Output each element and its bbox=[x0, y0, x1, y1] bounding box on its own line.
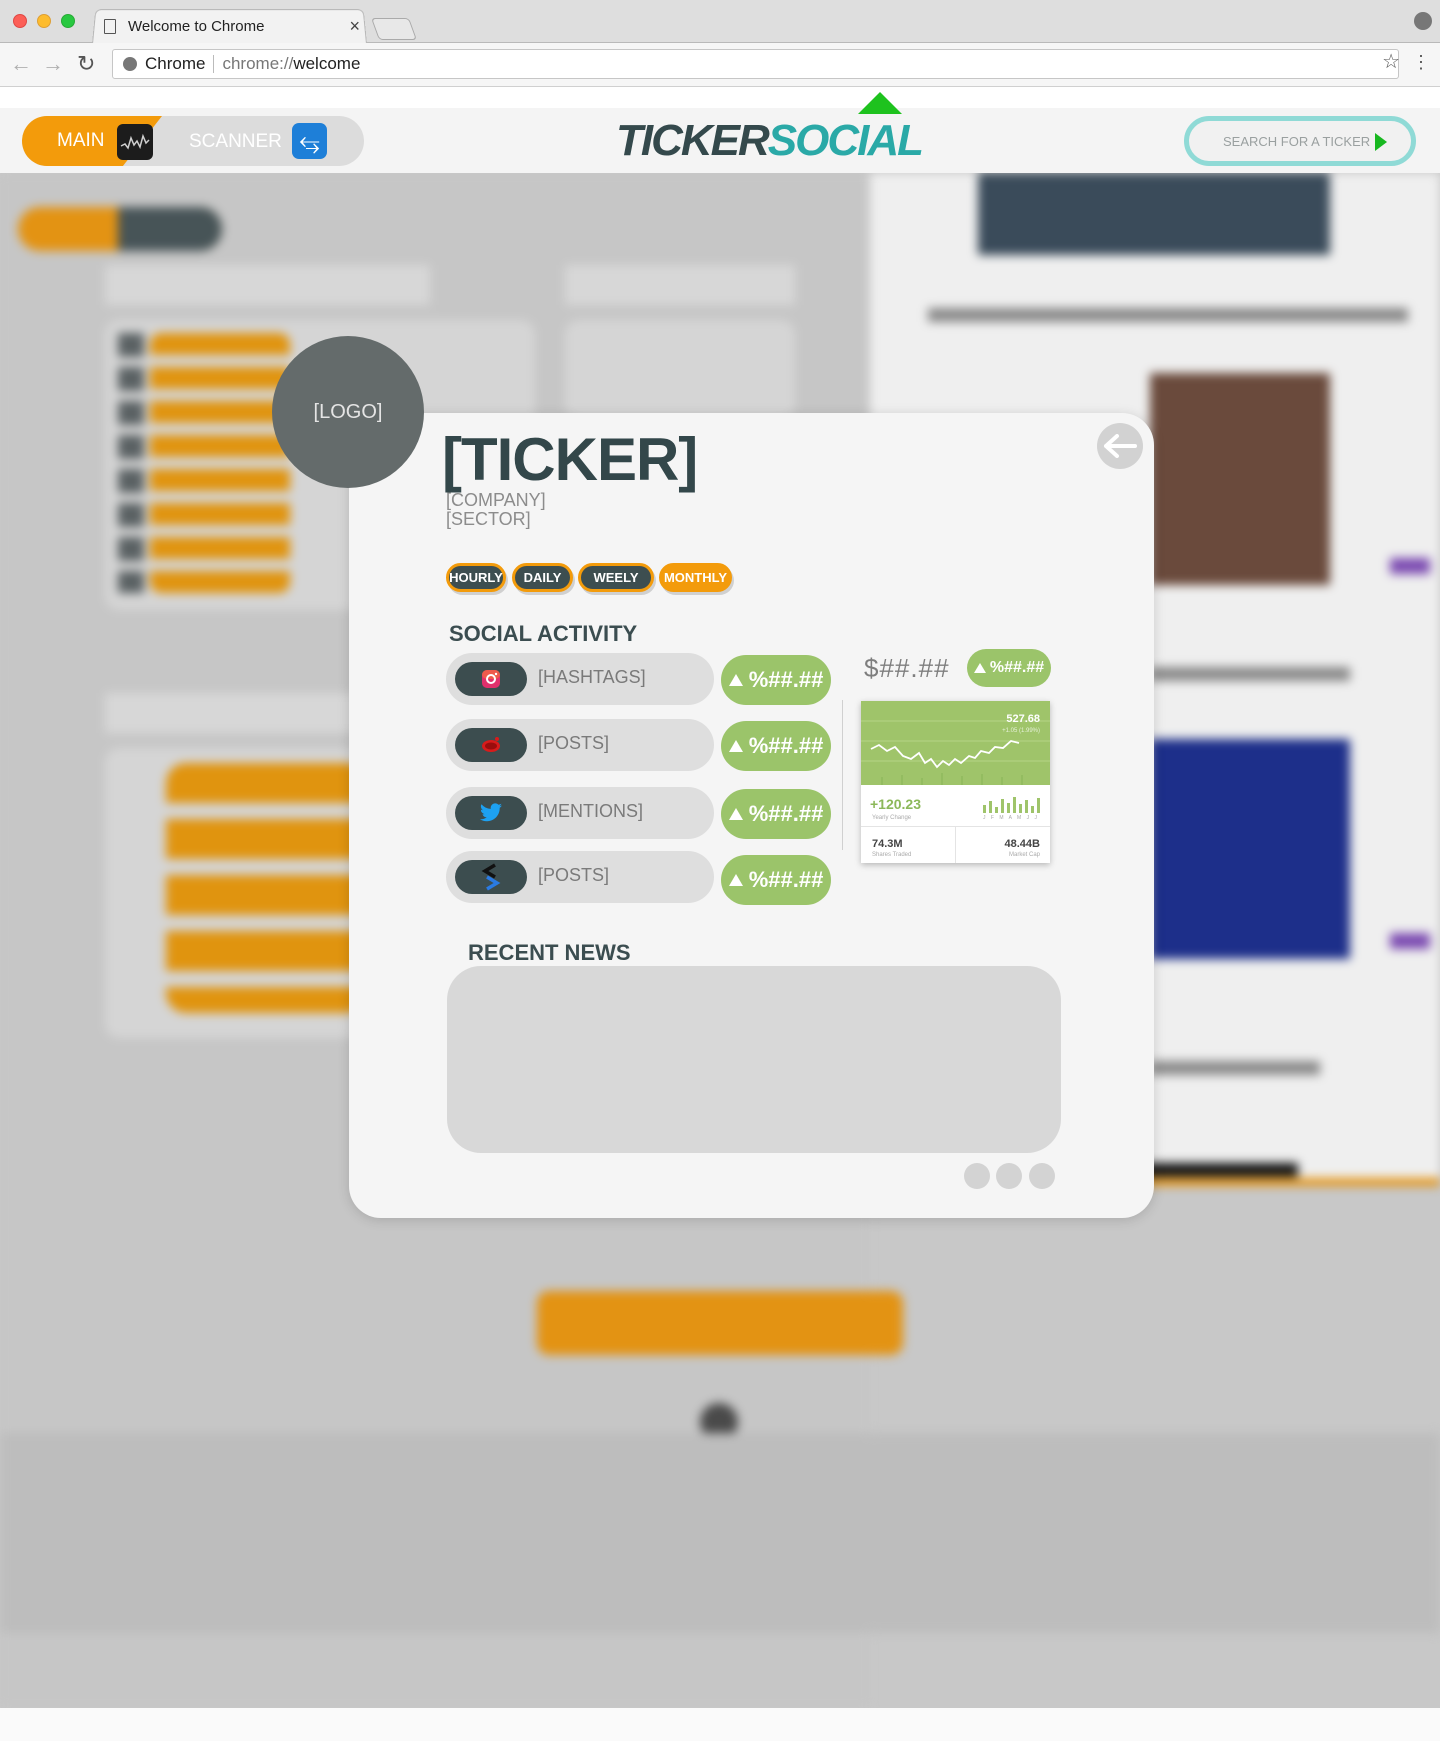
back-arrow-icon[interactable]: ← bbox=[10, 53, 32, 75]
widget-shares-traded: 74.3M bbox=[872, 838, 903, 850]
social-change-value: %##.## bbox=[748, 667, 824, 692]
social-icon-pill bbox=[455, 728, 527, 762]
social-change-value: %##.## bbox=[748, 733, 824, 758]
social-icon-pill bbox=[455, 662, 527, 696]
menu-dots-icon[interactable]: ⋮ bbox=[1412, 52, 1430, 72]
social-icon-pill bbox=[455, 860, 527, 894]
up-triangle-icon bbox=[728, 674, 743, 686]
pagination-dot-1[interactable] bbox=[964, 1163, 990, 1189]
period-daily-button[interactable]: DAILY bbox=[512, 563, 573, 592]
url-scheme: chrome:// bbox=[222, 54, 294, 73]
stock-widget[interactable]: 527.68 +1.05 (1.99%) +120.23 Yearly Chan… bbox=[861, 701, 1050, 863]
close-window-button[interactable] bbox=[13, 14, 27, 28]
social-change-value: %##.## bbox=[748, 801, 824, 826]
tab-close-icon[interactable]: × bbox=[349, 16, 360, 37]
pagination-dot-2[interactable] bbox=[996, 1163, 1022, 1189]
logo-text-ticker: TICKER bbox=[616, 116, 770, 165]
site-header: MAIN SCANNER ⥃ TICKERSOCIAL SEARCH FOR A… bbox=[0, 92, 1440, 173]
company-name: [COMPANY] bbox=[446, 490, 546, 510]
company-logo: [LOGO] bbox=[272, 336, 424, 488]
nav-toggle: MAIN SCANNER ⥃ bbox=[22, 116, 364, 166]
widget-yearly-change-label: Yearly Change bbox=[872, 815, 912, 821]
twitter-icon bbox=[480, 803, 502, 822]
social-label-hashtags: [HASHTAGS] bbox=[538, 667, 646, 687]
star-icon[interactable]: ☆ bbox=[1382, 52, 1400, 72]
widget-price: 527.68 bbox=[1006, 713, 1040, 725]
new-tab-button[interactable] bbox=[370, 18, 418, 40]
omnibox-divider bbox=[213, 55, 215, 73]
social-label-posts: [POSTS] bbox=[538, 733, 610, 753]
widget-yearly-change: +120.23 bbox=[870, 796, 921, 812]
social-row-twitter[interactable]: [MENTIONS] bbox=[446, 787, 714, 839]
omnibox-site-label: Chrome bbox=[145, 54, 206, 73]
profile-icon[interactable] bbox=[1414, 12, 1432, 30]
browser-toolbar: ← → ↻ Chrome chrome:// welcome ☆ ⋮ bbox=[0, 43, 1440, 87]
social-row-instagram[interactable]: [HASHTAGS] bbox=[446, 653, 714, 705]
stocks-app-icon[interactable] bbox=[117, 124, 153, 160]
social-activity-title: SOCIAL ACTIVITY bbox=[449, 621, 638, 646]
browser-tab-bar: Welcome to Chrome × bbox=[0, 0, 1440, 45]
recent-news-title: RECENT NEWS bbox=[468, 940, 631, 965]
up-triangle-icon bbox=[728, 874, 743, 886]
stock-price: $##.## bbox=[864, 653, 950, 683]
social-change-value: %##.## bbox=[748, 867, 824, 892]
widget-market-cap-label: Market Cap bbox=[1008, 852, 1040, 858]
scanner-tab-label[interactable]: SCANNER bbox=[189, 131, 282, 153]
back-button[interactable] bbox=[1097, 423, 1143, 469]
ticker-search-placeholder: SEARCH FOR A TICKER bbox=[1223, 133, 1371, 149]
price-change-value: %##.## bbox=[989, 659, 1045, 676]
up-triangle-icon bbox=[728, 808, 743, 820]
pagination-dot-3[interactable] bbox=[1029, 1163, 1055, 1189]
social-label-posts: [POSTS] bbox=[538, 865, 610, 885]
stocktwits-icon bbox=[481, 863, 501, 891]
site-logo[interactable]: TICKERSOCIAL bbox=[616, 92, 956, 168]
logo-text: TICKERSOCIAL bbox=[616, 116, 924, 166]
social-change-stocktwits: %##.## bbox=[721, 855, 831, 905]
minimize-window-button[interactable] bbox=[37, 14, 51, 28]
widget-bar-sparkline bbox=[983, 797, 1040, 813]
social-change-instagram: %##.## bbox=[721, 655, 831, 705]
sector-name: [SECTOR] bbox=[446, 509, 531, 529]
social-change-twitter: %##.## bbox=[721, 789, 831, 839]
up-triangle-icon bbox=[973, 663, 986, 673]
tab-title: Welcome to Chrome bbox=[128, 17, 265, 35]
search-go-icon[interactable] bbox=[1375, 133, 1387, 151]
logo-up-arrow-icon bbox=[858, 92, 902, 114]
social-change-reddit: %##.## bbox=[721, 721, 831, 771]
widget-shares-traded-label: Shares Traded bbox=[872, 852, 912, 858]
price-change-badge: %##.## bbox=[967, 649, 1051, 687]
ticker-search[interactable]: SEARCH FOR A TICKER bbox=[1184, 116, 1416, 166]
back-arrow-icon bbox=[1104, 434, 1137, 458]
browser-tab-content[interactable]: Welcome to Chrome × bbox=[104, 12, 366, 40]
up-triangle-icon bbox=[728, 740, 743, 752]
instagram-icon bbox=[482, 670, 500, 688]
social-icon-pill bbox=[455, 796, 527, 830]
forward-arrow-icon[interactable]: → bbox=[42, 53, 64, 75]
vertical-divider bbox=[842, 700, 843, 850]
reddit-icon bbox=[482, 737, 500, 752]
period-hourly-button[interactable]: HOURLY bbox=[446, 563, 506, 592]
url-host: welcome bbox=[293, 54, 361, 73]
ticker-symbol: [TICKER] bbox=[442, 426, 698, 493]
widget-divider bbox=[955, 826, 956, 863]
reload-icon[interactable]: ↻ bbox=[77, 53, 95, 75]
stock-line-chart: 527.68 +1.05 (1.99%) bbox=[861, 701, 1050, 785]
scanner-app-icon[interactable]: ⥃ bbox=[292, 123, 327, 159]
social-row-reddit[interactable]: [POSTS] bbox=[446, 719, 714, 771]
page-icon bbox=[104, 18, 116, 34]
period-monthly-button[interactable]: MONTHLY bbox=[659, 563, 732, 592]
logo-text-social: SOCIAL bbox=[767, 116, 924, 165]
widget-market-cap: 48.44B bbox=[1004, 838, 1040, 850]
maximize-window-button[interactable] bbox=[61, 14, 75, 28]
main-tab-label[interactable]: MAIN bbox=[57, 130, 105, 152]
address-bar[interactable]: Chrome chrome:// welcome bbox=[112, 49, 1399, 79]
social-row-stocktwits[interactable]: [POSTS] bbox=[446, 851, 714, 903]
site-info-icon[interactable] bbox=[123, 57, 137, 71]
social-label-mentions: [MENTIONS] bbox=[538, 801, 644, 821]
widget-price-sub: +1.05 (1.99%) bbox=[1002, 728, 1040, 734]
period-weekly-button[interactable]: WEELY bbox=[578, 563, 654, 592]
recent-news-panel[interactable] bbox=[447, 966, 1061, 1153]
widget-months: J F M A M J J bbox=[983, 815, 1040, 821]
page-footer-strip bbox=[0, 1708, 1440, 1741]
